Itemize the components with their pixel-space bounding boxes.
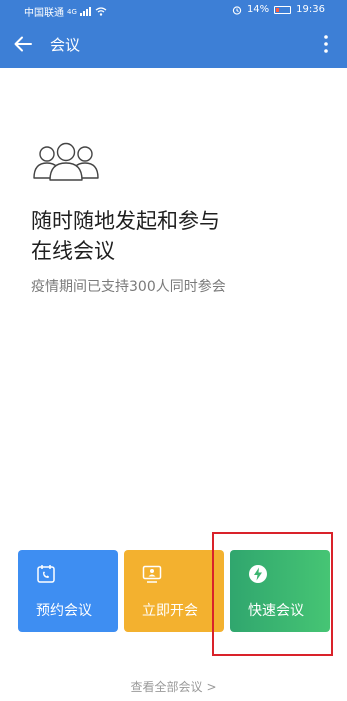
status-bar: 中国联通 4G 14% 19:36 (0, 0, 347, 20)
network-label: 4G (67, 7, 77, 16)
reserve-meeting-button[interactable]: 预约会议 (18, 550, 118, 632)
subtitle: 疫情期间已支持300人同时参会 (31, 279, 226, 295)
clock: 19:36 (296, 4, 325, 15)
people-group-icon (33, 142, 99, 181)
start-meeting-label: 立即开会 (142, 603, 198, 619)
monitor-icon (142, 565, 162, 583)
more-vert-icon (324, 35, 328, 53)
start-meeting-button[interactable]: 立即开会 (124, 550, 224, 632)
headline-line-1: 随时随地发起和参与 (31, 209, 220, 233)
back-button[interactable] (8, 28, 38, 60)
page-title: 会议 (50, 36, 81, 54)
carrier-label: 中国联通 (24, 8, 64, 19)
headline: 随时随地发起和参与 在线会议 (31, 206, 220, 266)
arrow-left-icon (14, 36, 32, 52)
battery-percent: 14% (246, 4, 270, 15)
chevron-right-icon: > (206, 680, 217, 694)
wifi-icon (95, 7, 107, 16)
battery-icon (274, 5, 292, 14)
headline-line-2: 在线会议 (31, 239, 115, 263)
view-all-meetings-link[interactable]: 查看全部会议 > (0, 678, 347, 695)
reserve-meeting-label: 预约会议 (36, 603, 92, 619)
signal-icon (79, 7, 91, 16)
header: 中国联通 4G 14% 19:36 会议 (0, 0, 347, 68)
more-options-button[interactable] (315, 30, 337, 58)
highlight-box (212, 532, 333, 656)
calendar-phone-icon (37, 565, 55, 583)
alarm-icon (232, 5, 242, 15)
app-bar: 会议 (0, 20, 347, 68)
view-all-label: 查看全部会议 (130, 680, 203, 694)
